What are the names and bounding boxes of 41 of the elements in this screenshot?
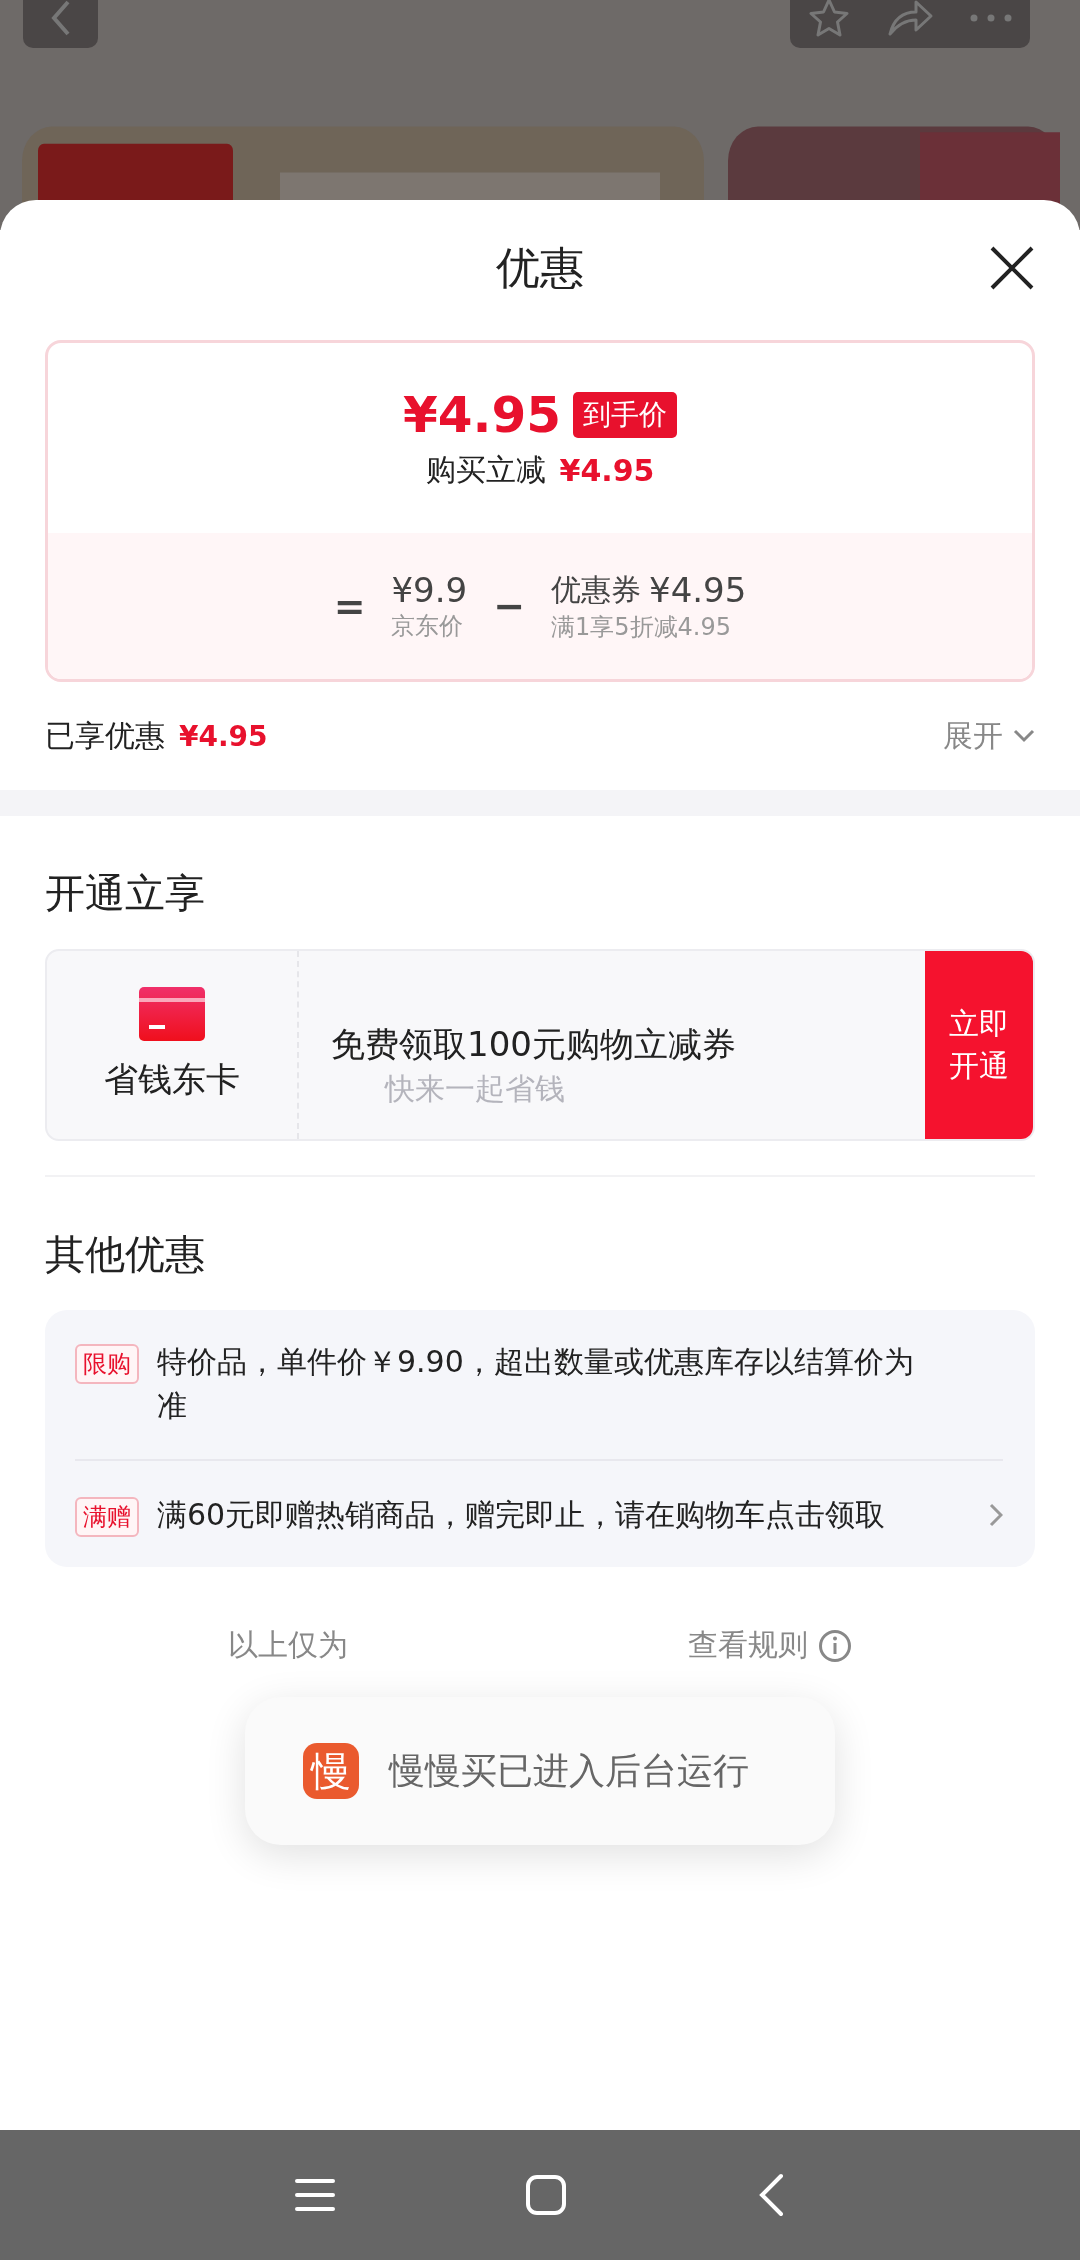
final-price: ¥4.95 <box>402 385 562 444</box>
share-button[interactable] <box>886 0 934 38</box>
disclaimer-text: 以上仅为 <box>228 1626 348 1664</box>
coupon-amount: ¥4.95 <box>649 570 747 610</box>
offer-description: 满60元即赠热销商品，赠完即止，请在购物车点击领取 <box>157 1496 887 1535</box>
offer-tag: 限购 <box>75 1344 139 1384</box>
coupon-label: 优惠券 <box>551 570 641 609</box>
back-icon[interactable] <box>757 2173 785 2217</box>
original-price-label: 京东价 <box>391 611 465 642</box>
close-icon <box>989 245 1035 291</box>
final-price-tag: 到手价 <box>573 391 678 438</box>
card-name: 省钱东卡 <box>104 1058 240 1101</box>
activate-button[interactable]: 立即 开通 <box>925 951 1033 1139</box>
offer-description: 特价品，单件价￥9.90，超出数量或优惠库存以结算价为准 <box>157 1343 915 1425</box>
more-icon <box>968 13 1013 23</box>
instant-discount-amount: ¥4.95 <box>559 452 655 488</box>
sheet-title: 优惠 <box>496 240 584 295</box>
offer-text: 免费领取100元购物立减券 <box>331 1023 736 1066</box>
more-button[interactable] <box>968 13 1013 23</box>
home-icon[interactable] <box>525 2174 567 2216</box>
back-button[interactable] <box>23 0 98 48</box>
enjoyed-discount-label: 已享优惠 <box>45 716 165 755</box>
rules-link[interactable]: 查看规则 <box>688 1625 808 1666</box>
original-price: ¥9.9 <box>391 570 468 610</box>
share-icon <box>886 0 934 38</box>
section-title: 其他优惠 <box>44 1230 206 1279</box>
expand-button[interactable]: 展开 <box>943 715 1035 757</box>
equals-sign: = <box>333 584 366 628</box>
enjoyed-discount-amount: ¥4.95 <box>179 719 268 753</box>
card-icon <box>139 987 205 1041</box>
app-icon: 慢 <box>303 1743 359 1799</box>
offer-tag: 满赠 <box>75 1497 139 1537</box>
chevron-down-icon <box>1013 729 1035 743</box>
minus-sign: − <box>493 584 525 628</box>
section-title: 开通立享 <box>44 869 206 918</box>
info-icon[interactable] <box>818 1628 852 1663</box>
toast-message: 慢慢买已进入后台运行 <box>389 1748 749 1793</box>
coupon-rule: 满1享5折减4.95 <box>551 611 732 643</box>
instant-discount-label: 购买立减 <box>425 450 546 489</box>
chevron-right-icon[interactable] <box>989 1503 1003 1527</box>
slogan-text: 快来一起省钱 <box>385 1070 565 1108</box>
